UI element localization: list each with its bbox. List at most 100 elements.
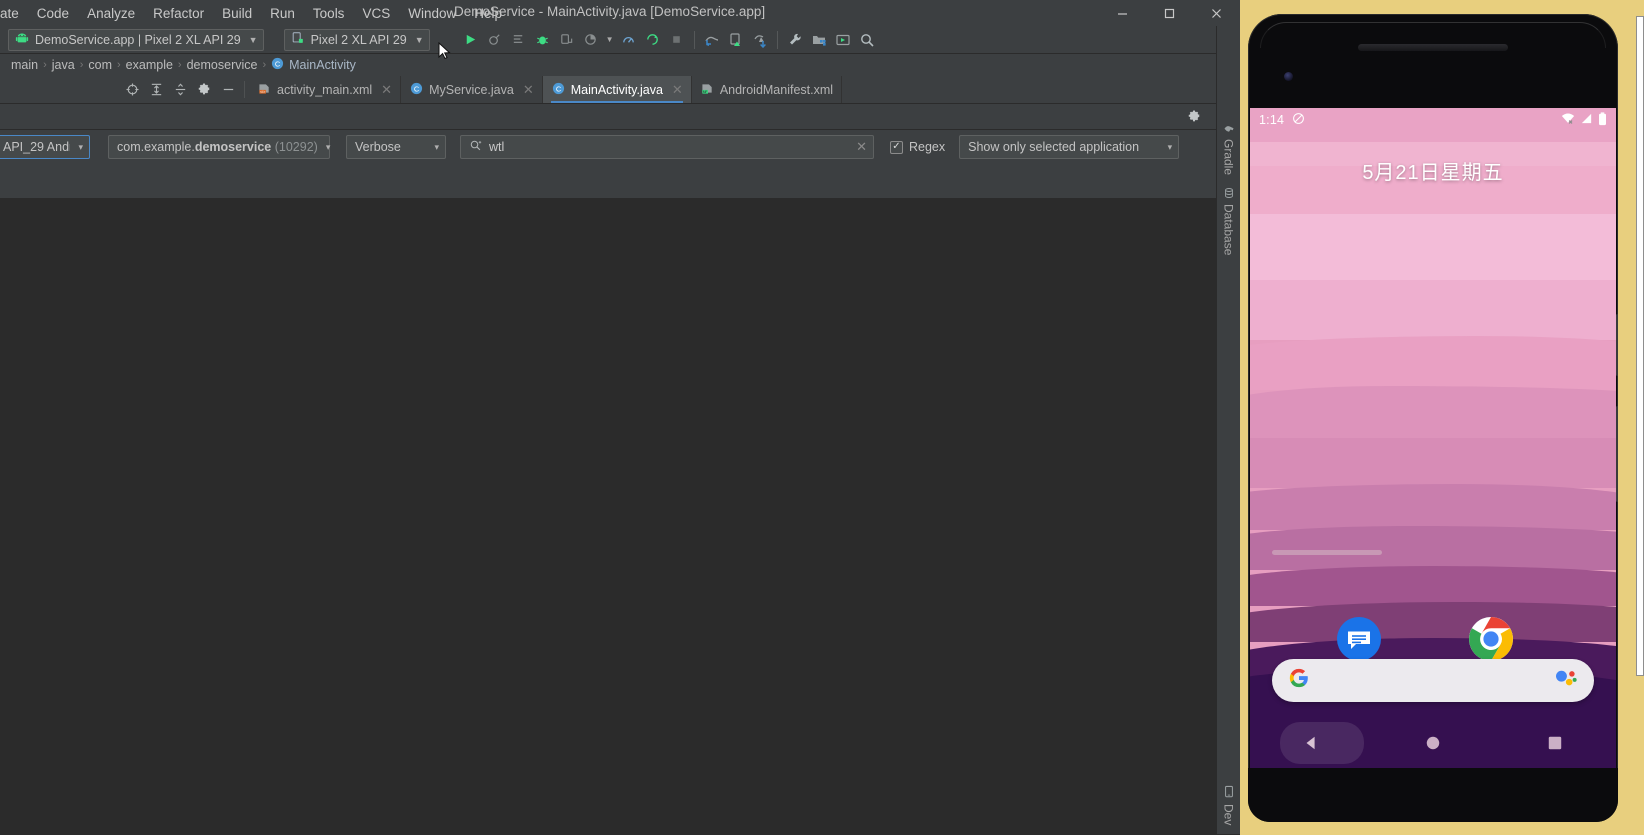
apply-changes-icon[interactable] xyxy=(508,29,530,51)
expand-all-icon[interactable] xyxy=(144,76,168,103)
chevron-down-icon: ▾ xyxy=(1167,141,1173,152)
background-window-edge xyxy=(1636,16,1644,676)
restart-icon[interactable] xyxy=(642,29,664,51)
menu-item-analyze[interactable]: Analyze xyxy=(78,3,144,24)
recents-button[interactable] xyxy=(1525,718,1585,768)
device-file-explorer-icon xyxy=(1223,785,1235,799)
chevron-down-icon: ▼ xyxy=(414,34,424,45)
android-navigation-bar xyxy=(1250,718,1616,768)
run-icon[interactable] xyxy=(460,29,482,51)
attach-debugger-icon[interactable] xyxy=(484,29,506,51)
search-icon xyxy=(469,139,482,155)
google-search-bar[interactable] xyxy=(1272,659,1594,702)
menu-label: Refactor xyxy=(153,5,205,21)
main-toolbar: DemoService.app | Pixel 2 XL API 29 ▼ Pi… xyxy=(0,26,1240,59)
xml-layout-icon: </> xyxy=(258,82,271,98)
layout-inspector-icon[interactable] xyxy=(832,29,854,51)
maximize-button[interactable] xyxy=(1146,0,1193,26)
breadcrumb-item-java[interactable]: java xyxy=(47,58,80,72)
logcat-regex-checkbox[interactable]: ✓ Regex xyxy=(890,140,945,154)
window-title: DemoService - MainActivity.java [DemoSer… xyxy=(454,4,766,19)
messages-icon[interactable] xyxy=(1336,616,1382,662)
chrome-icon[interactable] xyxy=(1468,616,1514,662)
project-structure-icon[interactable] xyxy=(808,29,830,51)
wifi-no-internet-icon xyxy=(1561,112,1575,128)
menu-item-vcs[interactable]: VCS xyxy=(353,3,399,24)
editor-tab-label: activity_main.xml xyxy=(277,82,373,97)
svg-text:C: C xyxy=(275,59,281,68)
emulator-screen[interactable]: 1:14 5月21日星期五 xyxy=(1250,108,1616,768)
breadcrumb-item-main[interactable]: main xyxy=(6,58,43,72)
process-pkg-prefix: com.example. xyxy=(117,140,195,154)
editor-tab-mainactivity-java[interactable]: C MainActivity.java ✕ xyxy=(542,76,692,103)
avd-manager-icon[interactable] xyxy=(701,29,723,51)
profiler-icon[interactable] xyxy=(618,29,640,51)
editor-tab-activity-main-xml[interactable]: </> activity_main.xml ✕ xyxy=(249,76,402,103)
emulator-area: 1:14 5月21日星期五 xyxy=(1240,0,1644,835)
sidebar-item-device-file-explorer[interactable]: Dev xyxy=(1218,779,1240,835)
logcat-search-value: wtl xyxy=(489,140,505,154)
sync-gradle-icon[interactable] xyxy=(749,29,771,51)
sidebar-item-gradle[interactable]: Gradle xyxy=(1218,116,1240,181)
editor-tab-androidmanifest-xml[interactable]: MF AndroidManifest.xml xyxy=(692,76,843,103)
coverage-icon[interactable] xyxy=(580,29,602,51)
menu-item-refactor[interactable]: Refactor xyxy=(144,3,213,24)
step-icon[interactable] xyxy=(556,29,578,51)
logcat-process-select[interactable]: com.example.demoservice (10292) ▾ xyxy=(108,135,330,159)
editor-tab-label: AndroidManifest.xml xyxy=(719,82,834,97)
close-button[interactable] xyxy=(1193,0,1240,26)
logcat-level-select[interactable]: Verbose ▾ xyxy=(346,135,446,159)
editor-tab-label: MainActivity.java xyxy=(570,82,663,97)
debug-icon[interactable] xyxy=(532,29,554,51)
minimize-button[interactable] xyxy=(1099,0,1146,26)
breadcrumb-item-mainactivity[interactable]: C MainActivity xyxy=(266,57,361,73)
settings-gear-icon[interactable] xyxy=(1184,107,1204,127)
google-assistant-icon[interactable] xyxy=(1554,668,1578,693)
cell-signal-icon xyxy=(1580,112,1593,128)
breadcrumb-item-demoservice[interactable]: demoservice xyxy=(182,58,263,72)
logcat-panel-header xyxy=(0,104,1240,130)
target-icon[interactable] xyxy=(120,76,144,103)
menu-item-code[interactable]: Code xyxy=(28,3,78,24)
sidebar-label-gradle: Gradle xyxy=(1221,139,1236,176)
menu-item-build[interactable]: Build xyxy=(213,3,261,24)
logcat-output[interactable] xyxy=(0,198,1216,835)
editor-tab-myservice-java[interactable]: C MyService.java ✕ xyxy=(401,76,543,103)
back-button[interactable] xyxy=(1281,718,1341,768)
logcat-search-input[interactable]: wtl ✕ xyxy=(460,135,874,159)
chevron-down-icon: ▾ xyxy=(325,141,331,152)
close-icon[interactable]: ✕ xyxy=(672,82,683,98)
process-pkg-name: demoservice xyxy=(194,140,272,154)
close-icon[interactable]: ✕ xyxy=(523,82,534,98)
menu-item-tools[interactable]: Tools xyxy=(304,3,354,24)
volume-button[interactable] xyxy=(1616,406,1618,502)
search-everywhere-icon[interactable] xyxy=(856,29,878,51)
earpiece-speaker xyxy=(1358,44,1508,51)
device-selector[interactable]: Pixel 2 XL API 29 ▼ xyxy=(283,28,430,51)
collapse-all-icon[interactable] xyxy=(168,76,192,103)
menu-item-run[interactable]: Run xyxy=(261,3,304,24)
settings-gear-icon[interactable] xyxy=(192,76,216,103)
home-button[interactable] xyxy=(1403,718,1463,768)
run-configuration-selector[interactable]: DemoService.app | Pixel 2 XL API 29 ▼ xyxy=(8,28,264,51)
breadcrumb-item-com[interactable]: com xyxy=(83,58,117,72)
sidebar-item-database[interactable]: Database xyxy=(1218,181,1240,261)
sidebar-label-device-file-explorer: Dev xyxy=(1221,803,1236,825)
chevron-down-icon[interactable]: ▼ xyxy=(604,29,616,51)
hide-panel-icon[interactable] xyxy=(216,76,240,103)
breadcrumb-item-example[interactable]: example xyxy=(121,58,178,72)
clear-search-icon[interactable]: ✕ xyxy=(856,139,867,155)
date-widget[interactable]: 5月21日星期五 xyxy=(1250,156,1616,185)
svg-text:C: C xyxy=(556,84,562,93)
sdk-manager-icon[interactable] xyxy=(725,29,747,51)
svg-text:</>: </> xyxy=(260,89,265,93)
close-icon[interactable]: ✕ xyxy=(381,82,392,98)
settings-wrench-icon[interactable] xyxy=(784,29,806,51)
logcat-level-label: Verbose xyxy=(355,140,401,154)
logcat-device-select[interactable]: API_29 Andr ▾ xyxy=(0,135,90,159)
menu-item-ate[interactable]: ate xyxy=(0,3,28,24)
logcat-scope-label: Show only selected application xyxy=(968,140,1140,154)
logcat-scope-select[interactable]: Show only selected application ▾ xyxy=(959,135,1180,159)
power-button[interactable] xyxy=(1616,314,1618,376)
run-config-label: DemoService.app | Pixel 2 XL API 29 xyxy=(35,32,241,47)
